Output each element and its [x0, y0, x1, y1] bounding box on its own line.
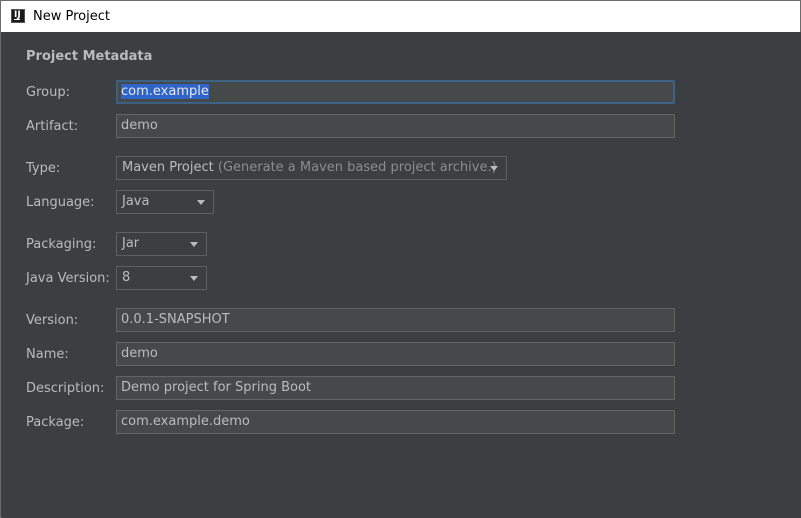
type-dropdown-value: Maven Project — [122, 160, 214, 175]
artifact-field[interactable]: demo — [116, 114, 675, 138]
name-label: Name: — [26, 347, 69, 362]
chevron-down-icon — [197, 200, 205, 205]
group-field-value: com.example — [121, 84, 209, 99]
artifact-label: Artifact: — [26, 119, 79, 134]
version-field[interactable]: 0.0.1-SNAPSHOT — [116, 308, 675, 332]
package-field[interactable]: com.example.demo — [116, 410, 675, 434]
intellij-app-icon: IJ — [11, 9, 25, 23]
packaging-label: Packaging: — [26, 237, 97, 252]
chevron-down-icon — [490, 166, 498, 171]
project-metadata-panel: Project Metadata Group: com.example Arti… — [2, 32, 801, 518]
language-label: Language: — [26, 195, 95, 210]
type-dropdown[interactable]: Maven Project (Generate a Maven based pr… — [116, 156, 507, 180]
description-label: Description: — [26, 381, 105, 396]
language-dropdown[interactable]: Java — [116, 190, 214, 214]
new-project-window: IJ New Project Project Metadata Group: c… — [0, 0, 801, 518]
description-field[interactable]: Demo project for Spring Boot — [116, 376, 675, 400]
java-version-label: Java Version: — [26, 271, 110, 286]
java-version-dropdown-value: 8 — [122, 270, 131, 285]
section-title: Project Metadata — [26, 49, 153, 64]
title-bar[interactable]: IJ New Project — [1, 1, 800, 32]
java-version-dropdown[interactable]: 8 — [116, 266, 207, 290]
type-dropdown-hint: (Generate a Maven based project archive.… — [217, 160, 497, 175]
group-field[interactable]: com.example — [116, 80, 675, 104]
chevron-down-icon — [190, 276, 198, 281]
group-label: Group: — [26, 85, 70, 100]
packaging-dropdown[interactable]: Jar — [116, 232, 207, 256]
chevron-down-icon — [190, 242, 198, 247]
version-label: Version: — [26, 313, 79, 328]
package-label: Package: — [26, 415, 85, 430]
packaging-dropdown-value: Jar — [122, 236, 140, 251]
language-dropdown-value: Java — [122, 194, 150, 209]
window-title: New Project — [33, 9, 110, 24]
name-field[interactable]: demo — [116, 342, 675, 366]
type-label: Type: — [26, 161, 61, 176]
